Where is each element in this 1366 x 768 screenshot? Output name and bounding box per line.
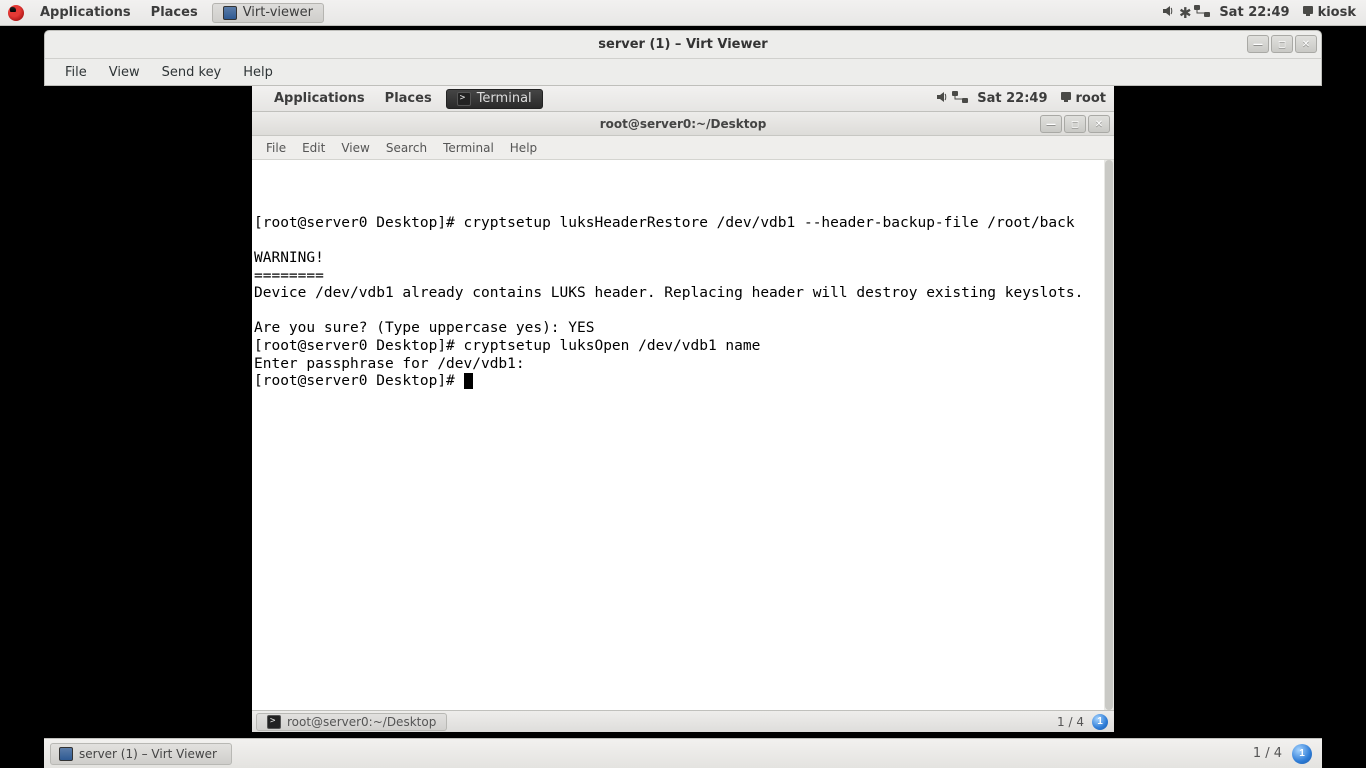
minimize-button[interactable]: — (1247, 35, 1269, 53)
terminal-body[interactable]: [root@server0 Desktop]# cryptsetup luksH… (252, 160, 1104, 710)
menu-help[interactable]: Help (233, 63, 283, 82)
host-workspace-badge[interactable]: 1 (1292, 744, 1312, 764)
terminal-window: root@server0:~/Desktop — ◻ ✕ File Edit V… (252, 112, 1114, 710)
menu-places[interactable]: Places (141, 0, 208, 25)
virtviewer-icon (223, 6, 237, 20)
guest-clock[interactable]: Sat 22:49 (967, 86, 1057, 111)
virtviewer-titlebar[interactable]: server (1) – Virt Viewer — ◻ ✕ (45, 31, 1321, 59)
host-top-panel: Applications Places Virt-viewer ✱ Sat 22… (0, 0, 1366, 26)
terminal-icon (267, 715, 281, 729)
menu-file[interactable]: File (55, 63, 97, 82)
host-pager-text: 1 / 4 (1243, 746, 1292, 761)
terminal-close-button[interactable]: ✕ (1088, 115, 1110, 133)
guest-volume-icon[interactable] (935, 89, 951, 109)
guest-task-terminal[interactable]: root@server0:~/Desktop (256, 713, 447, 731)
guest-menu-places[interactable]: Places (375, 86, 442, 111)
guest-taskbar-terminal-label: Terminal (477, 91, 532, 106)
virtviewer-title-text: server (1) – Virt Viewer (598, 37, 767, 52)
scrollbar-thumb[interactable] (1105, 160, 1113, 710)
taskbar-virtviewer-label: Virt-viewer (243, 5, 313, 20)
host-task-virtviewer[interactable]: server (1) – Virt Viewer (50, 743, 232, 765)
user-menu[interactable]: kiosk (1316, 0, 1366, 25)
redhat-logo-icon (8, 5, 24, 21)
host-bottom-panel: server (1) – Virt Viewer 1 / 4 1 (44, 738, 1322, 768)
terminal-maximize-button[interactable]: ◻ (1064, 115, 1086, 133)
guest-taskbar-terminal[interactable]: Terminal (446, 89, 543, 109)
guest-display[interactable]: Applications Places Terminal Sat 22:49 r… (252, 86, 1114, 732)
menu-applications[interactable]: Applications (30, 0, 141, 25)
virtviewer-menubar: File View Send key Help (45, 59, 1321, 85)
terminal-menu-search[interactable]: Search (378, 139, 435, 157)
user-icon (1300, 4, 1316, 22)
terminal-menu-help[interactable]: Help (502, 139, 545, 157)
terminal-menubar: File Edit View Search Terminal Help (252, 136, 1114, 160)
taskbar-virtviewer[interactable]: Virt-viewer (212, 3, 324, 23)
guest-network-icon[interactable] (951, 90, 967, 108)
terminal-menu-edit[interactable]: Edit (294, 139, 333, 157)
guest-pager-text: 1 / 4 (1049, 715, 1092, 729)
guest-workspace-badge[interactable]: 1 (1092, 714, 1108, 730)
close-button[interactable]: ✕ (1295, 35, 1317, 53)
terminal-scrollbar[interactable] (1104, 160, 1114, 710)
menu-sendkey[interactable]: Send key (152, 63, 232, 82)
menu-view[interactable]: View (99, 63, 150, 82)
guest-top-panel: Applications Places Terminal Sat 22:49 r… (252, 86, 1114, 112)
virtviewer-icon (59, 747, 73, 761)
clock[interactable]: Sat 22:49 (1209, 0, 1299, 25)
maximize-button[interactable]: ◻ (1271, 35, 1293, 53)
bluetooth-icon[interactable]: ✱ (1177, 4, 1193, 22)
terminal-menu-terminal[interactable]: Terminal (435, 139, 502, 157)
guest-task-terminal-label: root@server0:~/Desktop (287, 715, 436, 729)
terminal-menu-view[interactable]: View (333, 139, 377, 157)
terminal-titlebar[interactable]: root@server0:~/Desktop — ◻ ✕ (252, 112, 1114, 136)
virtviewer-window: server (1) – Virt Viewer — ◻ ✕ File View… (44, 30, 1322, 86)
host-task-virtviewer-label: server (1) – Virt Viewer (79, 747, 217, 761)
terminal-menu-file[interactable]: File (258, 139, 294, 157)
guest-user-menu[interactable]: root (1074, 86, 1115, 111)
guest-bottom-panel: root@server0:~/Desktop 1 / 4 1 (252, 710, 1114, 732)
terminal-title-text: root@server0:~/Desktop (600, 117, 767, 131)
network-icon[interactable] (1193, 4, 1209, 22)
terminal-output: [root@server0 Desktop]# cryptsetup luksH… (254, 215, 1083, 389)
terminal-cursor (464, 373, 473, 389)
guest-user-icon (1058, 90, 1074, 108)
terminal-icon (457, 92, 471, 106)
volume-icon[interactable] (1161, 3, 1177, 23)
guest-menu-applications[interactable]: Applications (264, 86, 375, 111)
terminal-minimize-button[interactable]: — (1040, 115, 1062, 133)
